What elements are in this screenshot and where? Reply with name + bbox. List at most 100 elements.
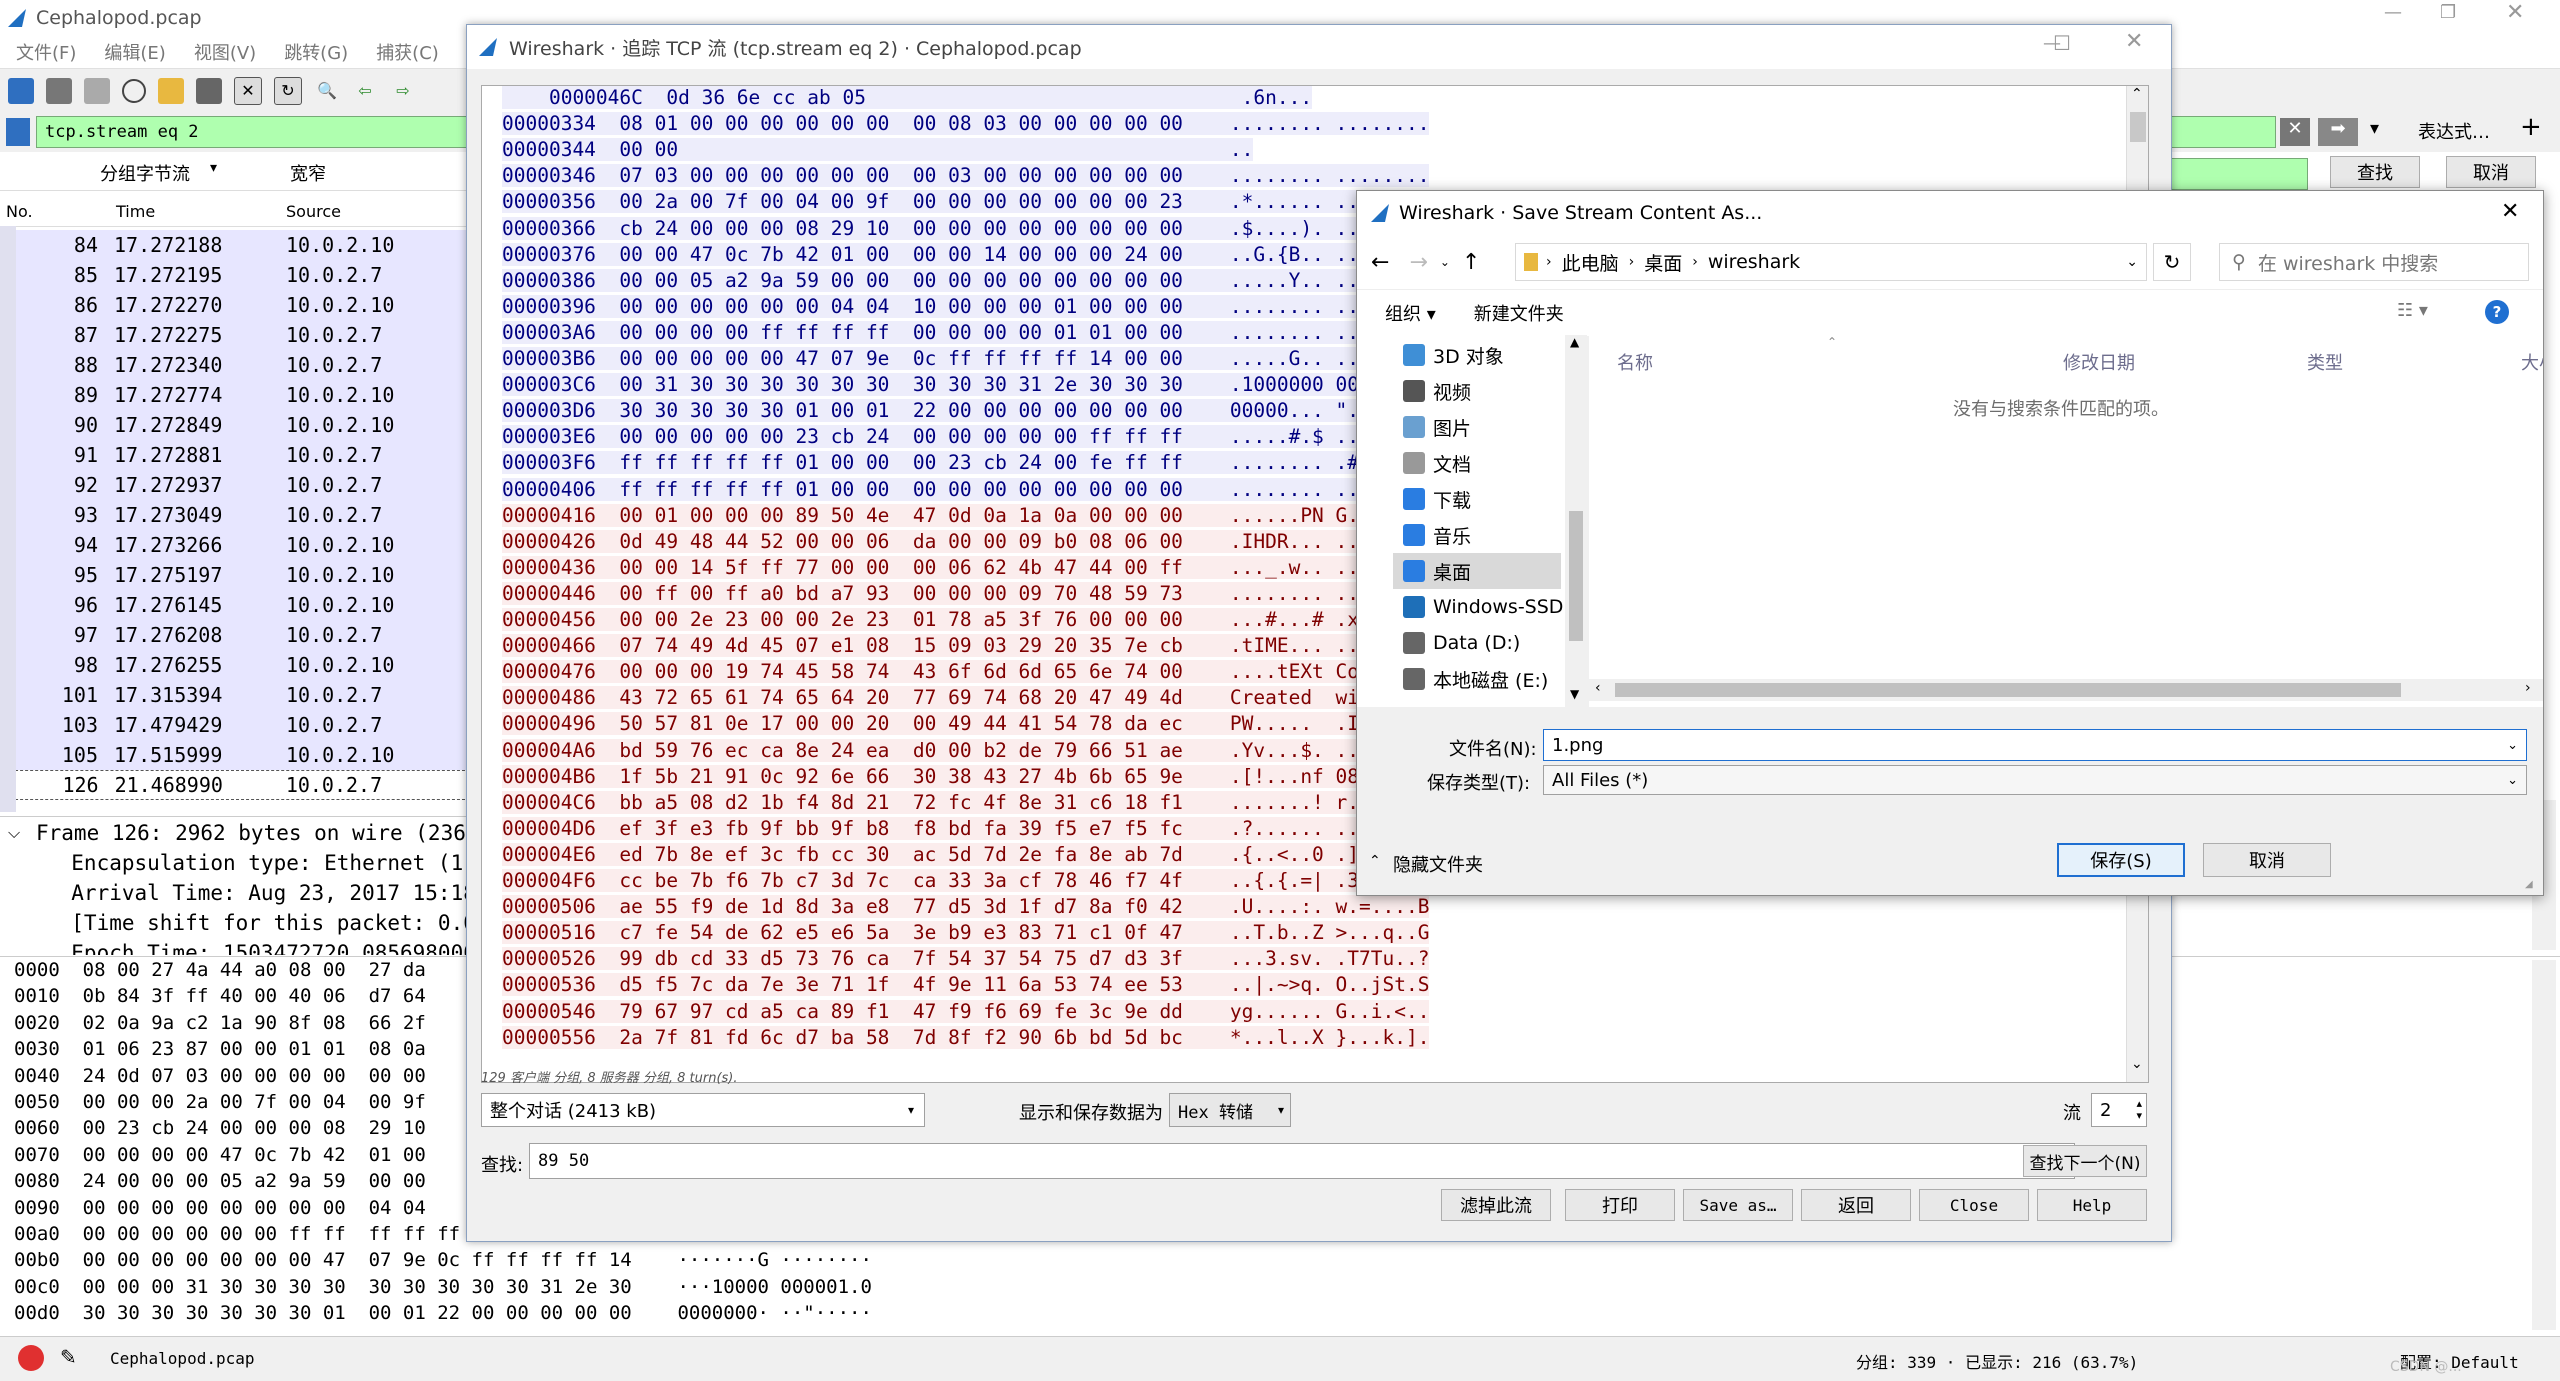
stream-number-spinbox[interactable]: 2 ▴ ▾ xyxy=(2091,1093,2147,1127)
main-maximize-icon[interactable]: ❐ xyxy=(2440,2,2456,23)
expression-button[interactable]: 表达式… xyxy=(2418,118,2490,144)
column-name[interactable]: 名称 xyxy=(1617,349,1653,375)
filter-history-dropdown-icon[interactable]: ▾ xyxy=(2370,118,2379,139)
find-bar-find-button[interactable]: 查找 xyxy=(2330,156,2420,188)
bytes-line[interactable]: 00b0 00 00 00 00 00 00 00 47 07 9e 0c ff… xyxy=(14,1249,872,1271)
filter-bookmark-icon[interactable] xyxy=(6,118,30,146)
breadcrumb[interactable]: › 此电脑 › 桌面 › wireshark ⌄ xyxy=(1515,243,2147,281)
table-row[interactable]: 96 17.276145 10.0.2.10 xyxy=(0,590,470,620)
packet-list-scroll-track[interactable] xyxy=(0,226,16,812)
column-modified[interactable]: 修改日期 xyxy=(2063,349,2135,375)
bytes-line[interactable]: 0000 08 00 27 4a 44 a0 08 00 27 da xyxy=(14,959,426,981)
show-as-select[interactable]: Hex 转储 ▾ xyxy=(1169,1093,1291,1127)
nav-up-icon[interactable]: ↑ xyxy=(1462,250,1480,275)
table-row[interactable]: 88 17.272340 10.0.2.7 xyxy=(0,350,470,380)
breadcrumb-desktop[interactable]: 桌面 xyxy=(1644,249,1682,276)
bytes-line[interactable]: 0050 00 00 00 2a 00 7f 00 04 00 9f xyxy=(14,1091,426,1113)
bytes-line[interactable]: 0010 0b 84 3f ff 40 00 40 06 d7 64 xyxy=(14,985,426,1007)
open-file-icon[interactable] xyxy=(158,77,184,104)
table-row[interactable]: 92 17.272937 10.0.2.7 xyxy=(0,470,470,500)
nav-scrollbar[interactable]: ▲ ▼ xyxy=(1565,335,1587,707)
filter-out-stream-button[interactable]: 滤掉此流 xyxy=(1441,1189,1551,1221)
column-time[interactable]: Time xyxy=(116,202,155,221)
conversation-select[interactable]: 整个对话 (2413 kB) ▾ xyxy=(481,1093,925,1127)
table-row[interactable]: 105 17.515999 10.0.2.10 xyxy=(0,740,470,770)
detail-encapsulation[interactable]: Encapsulation type: Ethernet (1) xyxy=(46,851,476,875)
hex-scroll-thumb[interactable] xyxy=(2130,112,2146,142)
restart-capture-icon[interactable] xyxy=(84,77,110,104)
nav-forward-icon[interactable]: → xyxy=(1409,250,1427,275)
apply-filter-icon[interactable]: ➡ xyxy=(2318,118,2358,146)
menu-view[interactable]: 视图(V) xyxy=(194,39,256,65)
hide-folders-icon[interactable]: ⌃ xyxy=(1369,853,1381,869)
nav-scroll-up-icon[interactable]: ▲ xyxy=(1570,335,1579,349)
expand-frame-icon[interactable]: ⌵ xyxy=(8,823,20,843)
menu-capture[interactable]: 捕获(C) xyxy=(376,39,439,65)
table-row[interactable]: 93 17.273049 10.0.2.7 xyxy=(0,500,470,530)
help-button[interactable]: Help xyxy=(2037,1189,2147,1221)
column-type[interactable]: 类型 xyxy=(2307,349,2343,375)
bytes-line[interactable]: 0020 02 0a 9a c2 1a 90 8f 08 66 2f xyxy=(14,1012,426,1034)
table-row[interactable]: 86 17.272270 10.0.2.10 xyxy=(0,290,470,320)
close-button[interactable]: Close xyxy=(1919,1189,2029,1221)
main-minimize-icon[interactable]: — xyxy=(2384,2,2402,23)
find-input[interactable]: 89 50 xyxy=(529,1143,2075,1179)
detail-frame[interactable]: Frame 126: 2962 bytes on wire (2369 xyxy=(36,821,479,845)
table-row[interactable]: 101 17.315394 10.0.2.7 xyxy=(0,680,470,710)
find-bar-cancel-button[interactable]: 取消 xyxy=(2446,156,2536,188)
bytes-line[interactable]: 0060 00 23 cb 24 00 00 00 08 29 10 xyxy=(14,1117,426,1139)
bytes-line[interactable]: 00c0 00 00 00 31 30 30 30 30 30 30 30 30… xyxy=(14,1276,872,1298)
column-source[interactable]: Source xyxy=(286,202,341,221)
find-bar-input[interactable] xyxy=(2168,158,2308,190)
main-close-icon[interactable]: ✕ xyxy=(2506,0,2524,25)
capture-options-icon[interactable] xyxy=(122,78,146,103)
expert-info-icon[interactable] xyxy=(18,1345,44,1371)
group-bytes-label[interactable]: 分组字节流 xyxy=(100,160,190,186)
nav-item[interactable]: 文档 xyxy=(1403,445,1471,481)
nav-item[interactable]: 本地磁盘 (E:) xyxy=(1403,661,1548,697)
reload-icon[interactable]: ↻ xyxy=(274,76,302,105)
table-row[interactable]: 126 21.468990 10.0.2.7 xyxy=(0,770,470,800)
detail-epoch[interactable]: Epoch Time: 1503472720.085698000 xyxy=(46,941,476,955)
view-options-icon[interactable]: ☷ ▾ xyxy=(2397,300,2428,321)
spin-arrows-icon[interactable]: ▴ ▾ xyxy=(2136,1098,2142,1122)
organize-menu[interactable]: 组织 ▾ xyxy=(1385,300,1436,326)
hscroll-left-icon[interactable]: ‹ xyxy=(1595,680,1601,696)
hide-folders-toggle[interactable]: 隐藏文件夹 xyxy=(1393,851,1483,877)
nav-item[interactable]: 音乐 xyxy=(1403,517,1471,553)
table-row[interactable]: 89 17.272774 10.0.2.10 xyxy=(0,380,470,410)
filename-input[interactable]: 1.png ⌄ xyxy=(1543,729,2527,761)
group-width-label[interactable]: 宽窄 xyxy=(290,160,326,186)
nav-item[interactable]: 3D 对象 xyxy=(1403,337,1504,373)
follow-close-icon[interactable]: ✕ xyxy=(2125,29,2143,54)
file-list-hscrollbar[interactable]: ‹ › xyxy=(1589,679,2543,701)
search-box[interactable]: ⚲ 在 wireshark 中搜索 xyxy=(2219,243,2529,281)
bytes-line[interactable]: 0080 24 00 00 00 05 a2 9a 59 00 00 xyxy=(14,1170,426,1192)
capture-comment-icon[interactable]: ✎ xyxy=(60,1345,77,1369)
find-packet-icon[interactable]: 🔍 xyxy=(314,78,340,104)
hscroll-right-icon[interactable]: › xyxy=(2525,680,2531,696)
file-list[interactable]: ⌃ 名称 修改日期 类型 大小 没有与搜索条件匹配的项。 ‹ › xyxy=(1589,335,2543,707)
resize-grip-icon[interactable]: ◢ xyxy=(2525,879,2533,890)
nav-scroll-down-icon[interactable]: ▼ xyxy=(1570,687,1579,701)
hex-scroll-down-icon[interactable]: ⌄ xyxy=(2131,1056,2143,1072)
refresh-button[interactable]: ↻ xyxy=(2153,243,2191,281)
table-row[interactable]: 103 17.479429 10.0.2.7 xyxy=(0,710,470,740)
menu-edit[interactable]: 编辑(E) xyxy=(104,39,165,65)
start-capture-icon[interactable] xyxy=(8,77,34,104)
table-row[interactable]: 90 17.272849 10.0.2.10 xyxy=(0,410,470,440)
table-row[interactable]: 85 17.272195 10.0.2.7 xyxy=(0,260,470,290)
column-size[interactable]: 大小 xyxy=(2521,349,2543,375)
nav-item[interactable]: 图片 xyxy=(1403,409,1471,445)
column-no[interactable]: No. xyxy=(6,202,33,221)
go-forward-icon[interactable]: ⇨ xyxy=(390,78,416,104)
bytes-line[interactable]: 0070 00 00 00 00 47 0c 7b 42 01 00 xyxy=(14,1144,426,1166)
breadcrumb-dropdown-icon[interactable]: ⌄ xyxy=(2126,254,2138,270)
group-dropdown-icon[interactable]: ▾ xyxy=(210,160,217,176)
right-scrollbar-bottom[interactable] xyxy=(2532,960,2556,1330)
back-button[interactable]: 返回 xyxy=(1801,1189,1911,1221)
table-row[interactable]: 95 17.275197 10.0.2.10 xyxy=(0,560,470,590)
stop-capture-icon[interactable] xyxy=(46,77,72,104)
menu-file[interactable]: 文件(F) xyxy=(16,39,76,65)
print-button[interactable]: 打印 xyxy=(1565,1189,1675,1221)
